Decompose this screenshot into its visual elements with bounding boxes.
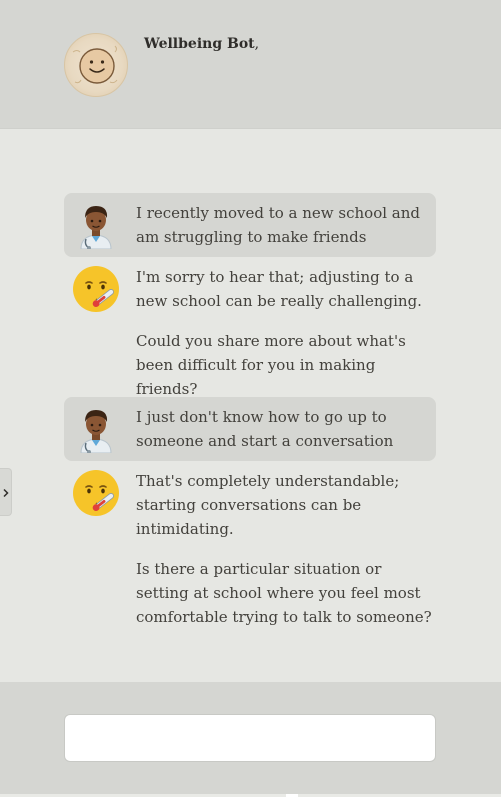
message-paragraph: Could you share more about what's been d… bbox=[136, 332, 406, 398]
user-message: I just don't know how to go up to someon… bbox=[64, 397, 436, 461]
health-worker-emoji-icon bbox=[72, 201, 120, 250]
message-text: I'm sorry to hear that; adjusting to a n… bbox=[136, 265, 432, 401]
message-paragraph: I just don't know how to go up to someon… bbox=[136, 408, 394, 450]
user-message: I recently moved to a new school and am … bbox=[64, 193, 436, 257]
message-text: I just don't know how to go up to someon… bbox=[136, 405, 432, 453]
bot-avatar bbox=[64, 33, 128, 97]
message-paragraph: That's completely understandable; starti… bbox=[136, 472, 400, 538]
face-with-thermometer-emoji-icon bbox=[72, 469, 120, 517]
bot-name-heading: Wellbeing Bot, bbox=[144, 36, 259, 52]
bot-name: Wellbeing Bot bbox=[144, 36, 255, 52]
message-input[interactable] bbox=[64, 714, 436, 762]
bot-message: I'm sorry to hear that; adjusting to a n… bbox=[64, 257, 436, 398]
composer-area bbox=[0, 682, 501, 797]
chat-header: Wellbeing Bot, bbox=[0, 0, 501, 129]
bot-name-suffix: , bbox=[254, 36, 260, 52]
chevron-right-icon bbox=[3, 488, 9, 498]
sidebar-expand-toggle[interactable] bbox=[0, 468, 12, 516]
face-with-thermometer-emoji-icon bbox=[72, 265, 120, 313]
message-paragraph: I recently moved to a new school and am … bbox=[136, 204, 420, 246]
message-paragraph: I'm sorry to hear that; adjusting to a n… bbox=[136, 268, 422, 310]
health-worker-emoji-icon bbox=[72, 405, 120, 454]
message-text: That's completely understandable; starti… bbox=[136, 469, 432, 629]
message-text: I recently moved to a new school and am … bbox=[136, 201, 432, 249]
bot-message: That's completely understandable; starti… bbox=[64, 461, 436, 637]
smiley-face-icon bbox=[72, 45, 118, 84]
message-paragraph: Is there a particular situation or setti… bbox=[136, 560, 432, 626]
